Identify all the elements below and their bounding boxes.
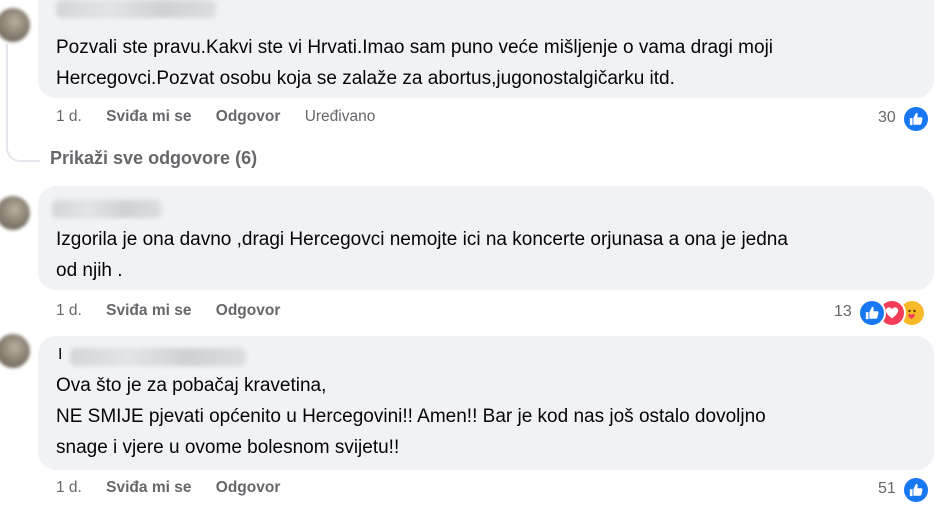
reaction-count: 30 bbox=[878, 109, 896, 126]
comment-text-line: Pozvali ste pravu.Kakvi ste vi Hrvati.Im… bbox=[56, 37, 774, 58]
comment-actions: 1 d. Sviđa mi se Odgovor bbox=[56, 479, 280, 497]
comment-bubble: Izgorila je ona davno ,dragi Hercegovci … bbox=[38, 186, 934, 290]
avatar[interactable] bbox=[0, 334, 30, 368]
reaction-summary[interactable]: 13 bbox=[826, 299, 934, 328]
timestamp[interactable]: 1 d. bbox=[56, 479, 82, 496]
comment-bubble: Pozvali ste pravu.Kakvi ste vi Hrvati.Im… bbox=[38, 0, 934, 98]
comment-text-line: NE SMIJE pjevati općenito u Hercegovini!… bbox=[56, 406, 766, 427]
reaction-summary[interactable]: 30 bbox=[868, 105, 934, 134]
like-icon bbox=[858, 299, 886, 327]
avatar[interactable] bbox=[0, 8, 30, 42]
timestamp[interactable]: 1 d. bbox=[56, 108, 82, 125]
like-icon bbox=[902, 476, 930, 504]
reply-button[interactable]: Odgovor bbox=[216, 108, 281, 125]
comment-bubble: I Ova što je za pobačaj kravetina, NE SM… bbox=[38, 336, 934, 470]
comment-text-line: Izgorila je ona davno ,dragi Hercegovci … bbox=[56, 229, 788, 250]
reaction-count: 13 bbox=[834, 303, 852, 320]
reaction-summary[interactable]: 51 bbox=[868, 476, 934, 505]
timestamp[interactable]: 1 d. bbox=[56, 302, 82, 319]
comment-text-line: Hercegovci.Pozvat osobu koja se zalaže z… bbox=[56, 68, 675, 89]
edited-label[interactable]: Uređivano bbox=[305, 108, 376, 125]
comment-text-line: od njih . bbox=[56, 260, 123, 281]
reply-button[interactable]: Odgovor bbox=[216, 479, 281, 496]
avatar[interactable] bbox=[0, 196, 30, 230]
like-button[interactable]: Sviđa mi se bbox=[106, 108, 191, 125]
like-icon bbox=[902, 105, 930, 133]
thread-connector bbox=[6, 44, 40, 162]
commenter-name[interactable] bbox=[52, 200, 162, 218]
reaction-count: 51 bbox=[878, 480, 896, 497]
comment-text-line: Ova što je za pobačaj kravetina, bbox=[56, 375, 327, 396]
commenter-name[interactable]: I bbox=[56, 346, 256, 368]
comment-actions: 1 d. Sviđa mi se Odgovor bbox=[56, 302, 280, 320]
comment-text-line: snage i vjere u ovome bolesnom svijetu!! bbox=[56, 437, 400, 458]
reply-button[interactable]: Odgovor bbox=[216, 302, 281, 319]
commenter-name-blur bbox=[70, 348, 246, 366]
like-button[interactable]: Sviđa mi se bbox=[106, 302, 191, 319]
like-button[interactable]: Sviđa mi se bbox=[106, 479, 191, 496]
comment-actions: 1 d. Sviđa mi se Odgovor Uređivano bbox=[56, 108, 375, 126]
show-all-replies-link[interactable]: Prikaži sve odgovore (6) bbox=[50, 148, 257, 169]
commenter-name[interactable] bbox=[56, 0, 216, 18]
